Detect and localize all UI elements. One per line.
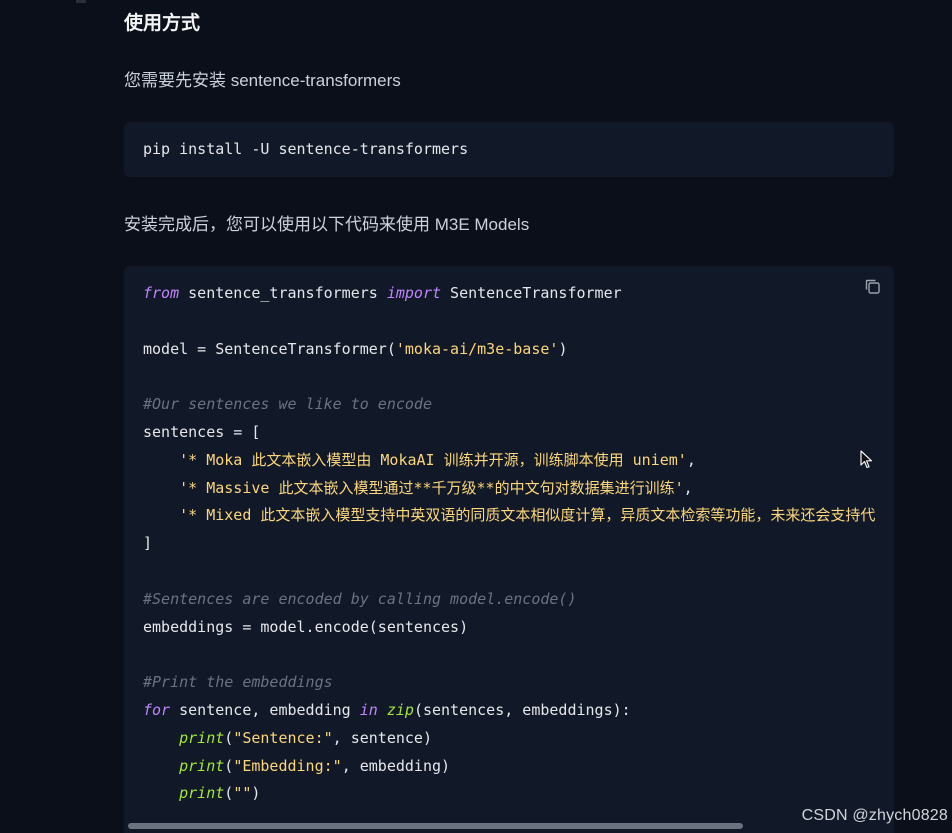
install-intro-text: 您需要先安装 sentence-transformers — [124, 71, 401, 90]
code-text: ( — [224, 756, 234, 775]
code-line: #Sentences are encoded by calling model.… — [143, 586, 894, 614]
sidebar-edge-marker — [76, 0, 86, 3]
code-line: #Print the embeddings — [143, 669, 894, 697]
code-function: zip — [386, 700, 414, 719]
code-text: model = SentenceTransformer( — [143, 339, 396, 358]
code-line: sentences = [ — [143, 419, 894, 447]
code-text: embeddings = model.encode(sentences) — [143, 617, 469, 636]
code-line: print("Embedding:", embedding) — [143, 753, 894, 781]
code-comment: #Our sentences we like to encode — [143, 395, 432, 414]
code-comment: #Print the embeddings — [143, 673, 333, 692]
code-text: sentences = [ — [143, 422, 261, 441]
code-text: SentenceTransformer — [441, 284, 622, 302]
code-keyword: import — [386, 284, 442, 302]
code-text: , — [686, 450, 696, 469]
code-text: ( — [224, 728, 234, 747]
scrollbar-thumb[interactable] — [128, 823, 743, 829]
code-string: "" — [233, 784, 252, 803]
code-keyword: for — [143, 700, 171, 719]
code-horizontal-scrollbar[interactable] — [124, 819, 894, 833]
code-line: from sentence_transformers import Senten… — [143, 280, 894, 308]
code-string: "Embedding:" — [233, 756, 342, 775]
code-line: model = SentenceTransformer('moka-ai/m3e… — [143, 336, 894, 364]
code-line: '* Moka 此文本嵌入模型由 MokaAI 训练并开源，训练脚本使用 uni… — [143, 447, 894, 475]
code-line: print("Sentence:", sentence) — [143, 725, 894, 753]
code-line: ] — [143, 530, 894, 558]
install-code-block[interactable]: pip install -U sentence-transformers — [124, 122, 894, 177]
code-line: '* Massive 此文本嵌入模型通过**千万级**的中文句对数据集进行训练'… — [143, 475, 894, 503]
code-line: print("") — [143, 780, 894, 808]
usage-code-block[interactable]: from sentence_transformers import Senten… — [124, 266, 894, 833]
code-comment: #Sentences are encoded by calling model.… — [143, 589, 577, 608]
code-keyword: from — [143, 284, 180, 302]
code-text: ] — [143, 534, 153, 553]
usage-intro-text: 安装完成后，您可以使用以下代码来使用 M3E Models — [124, 215, 530, 234]
watermark: CSDN @zhych0828 — [801, 807, 948, 824]
code-text: ( — [224, 784, 234, 803]
code-line: '* Mixed 此文本嵌入模型支持中英双语的同质文本相似度计算，异质文本检索等… — [143, 502, 894, 530]
code-string: '* Massive 此文本嵌入模型通过**千万级**的中文句对数据集进行训练' — [179, 478, 684, 497]
code-string: '* Mixed 此文本嵌入模型支持中英双语的同质文本相似度计算，异质文本检索等… — [179, 506, 876, 525]
section-heading: 使用方式 — [124, 13, 201, 34]
code-text: , embedding) — [341, 756, 451, 775]
page: 使用方式 您需要先安装 sentence-transformers pip in… — [0, 0, 952, 833]
code-function: print — [179, 784, 225, 803]
code-text: , — [683, 478, 693, 497]
code-text: ) — [251, 784, 261, 803]
code-function: print — [179, 728, 225, 747]
install-command[interactable]: pip install -U sentence-transformers — [143, 140, 468, 158]
code-line: embeddings = model.encode(sentences) — [143, 614, 894, 642]
code-text: ) — [558, 339, 568, 358]
code-text: , sentence) — [332, 728, 432, 747]
code-line: #Our sentences we like to encode — [143, 391, 894, 419]
code-keyword: in — [359, 700, 378, 719]
code-lines[interactable]: from sentence_transformers import Senten… — [143, 280, 894, 808]
code-text: sentence, embedding — [170, 700, 360, 719]
code-function: print — [179, 756, 225, 775]
code-text: (sentences, embeddings): — [413, 700, 631, 719]
code-text: sentence_transformers — [179, 284, 387, 302]
code-string: "Sentence:" — [233, 728, 333, 747]
code-line: for sentence, embedding in zip(sentences… — [143, 697, 894, 725]
mouse-cursor-icon — [860, 450, 873, 469]
code-string: 'moka-ai/m3e-base' — [395, 339, 559, 358]
code-string: '* Moka 此文本嵌入模型由 MokaAI 训练并开源，训练脚本使用 uni… — [179, 450, 687, 469]
